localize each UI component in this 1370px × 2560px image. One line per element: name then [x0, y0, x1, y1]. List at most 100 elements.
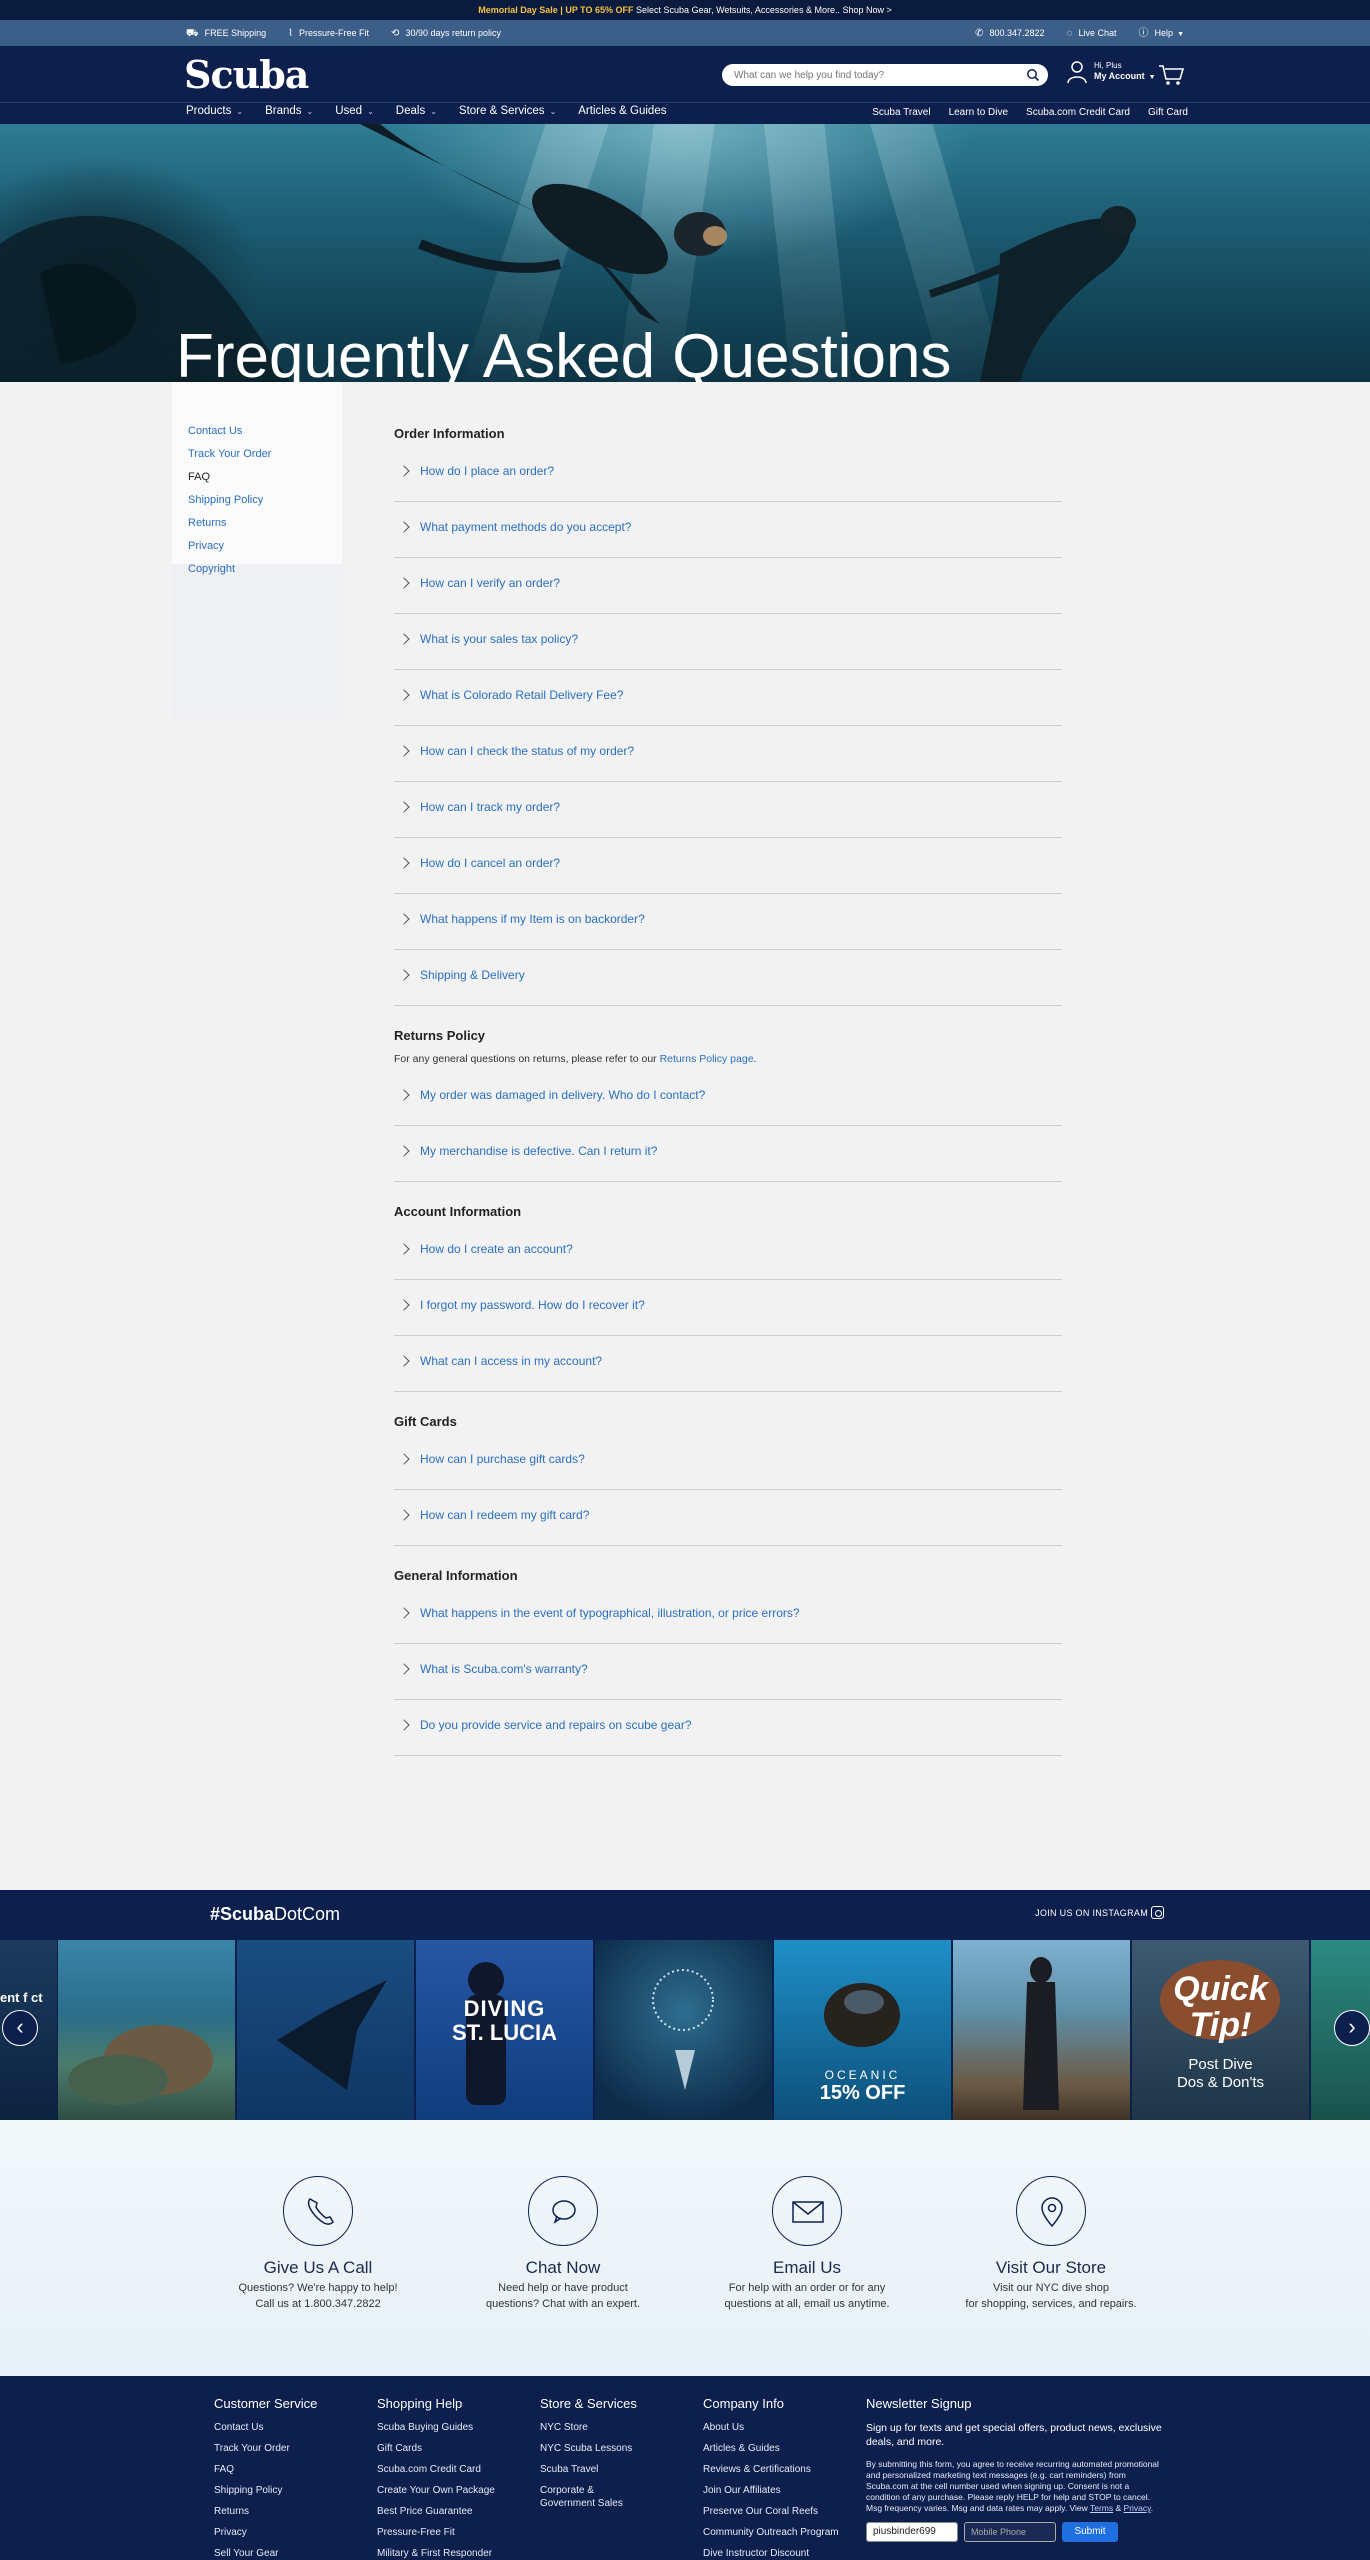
section-title-gift-cards: Gift Cards — [394, 1414, 457, 1429]
nav-gift-card[interactable]: Gift Card — [1148, 107, 1188, 118]
carousel-next-button[interactable]: › — [1334, 2010, 1370, 2046]
faq-item[interactable]: How can I verify an order? — [394, 558, 1062, 614]
faq-item[interactable]: What payment methods do you accept? — [394, 502, 1062, 558]
faq-item[interactable]: Shipping & Delivery — [394, 950, 1062, 1006]
faq-item[interactable]: How do I place an order? — [394, 446, 1062, 502]
faq-item[interactable]: I forgot my password. How do I recover i… — [394, 1280, 1062, 1336]
faq-item[interactable]: How can I redeem my gift card? — [394, 1490, 1062, 1546]
footer-link[interactable]: Pressure-Free Fit — [377, 2526, 495, 2547]
faq-item[interactable]: What happens in the event of typographic… — [394, 1588, 1062, 1644]
faq-item[interactable]: What can I access in my account? — [394, 1336, 1062, 1392]
footer-link[interactable]: Sell Your Gear — [214, 2547, 317, 2560]
contact-call[interactable]: Give Us A Call Questions? We're happy to… — [198, 2176, 438, 2312]
footer-link[interactable]: Contact Us — [214, 2421, 317, 2442]
help-menu[interactable]: ⓘ Help ▼ — [1139, 20, 1184, 48]
mobile-phone-field[interactable]: Mobile Phone — [964, 2522, 1056, 2542]
instagram-post[interactable]: Quick Tip! Post Dive Dos & Don'ts — [1132, 1940, 1309, 2120]
instagram-post[interactable] — [58, 1940, 235, 2120]
live-chat-link[interactable]: ◌ Live Chat — [1067, 20, 1117, 48]
faq-item[interactable]: What happens if my Item is on backorder? — [394, 894, 1062, 950]
nav-used[interactable]: Used ⌄ — [335, 105, 374, 117]
cart-icon[interactable] — [1158, 64, 1184, 86]
instagram-post[interactable] — [237, 1940, 414, 2120]
returns-policy-link[interactable]: Returns Policy page — [660, 1053, 754, 1065]
footer-link[interactable]: Government Sales — [540, 2497, 637, 2518]
footer-link[interactable]: Join Our Affiliates — [703, 2484, 839, 2505]
footer-link[interactable]: Scuba Buying Guides — [377, 2421, 495, 2442]
sidebar-item-track-order[interactable]: Track Your Order — [188, 447, 271, 470]
faq-item[interactable]: My merchandise is defective. Can I retur… — [394, 1126, 1062, 1182]
faq-item[interactable]: How can I purchase gift cards? — [394, 1434, 1062, 1490]
footer-link[interactable]: About Us — [703, 2421, 839, 2442]
contact-chat[interactable]: Chat Now Need help or have product quest… — [443, 2176, 683, 2312]
footer-link[interactable]: Track Your Order — [214, 2442, 317, 2463]
nav-deals[interactable]: Deals ⌄ — [396, 105, 437, 117]
footer-link[interactable]: Preserve Our Coral Reefs — [703, 2505, 839, 2526]
carousel-prev-button[interactable]: ‹ — [2, 2010, 38, 2046]
footer-link[interactable]: Dive Instructor Discount — [703, 2547, 839, 2560]
instagram-join-link[interactable]: JOIN US ON INSTAGRAM — [1035, 1908, 1148, 1918]
footer-link[interactable]: Scuba.com Credit Card — [377, 2463, 495, 2484]
email-field[interactable]: piusbinder699 — [866, 2522, 958, 2542]
account-greeting: Hi, Plus — [1094, 61, 1122, 70]
faq-item[interactable]: How can I check the status of my order? — [394, 726, 1062, 782]
scuba-logo[interactable]: Scuba — [184, 52, 309, 97]
instagram-post[interactable]: DIVING ST. LUCIA — [416, 1940, 593, 2120]
footer-link[interactable]: Returns — [214, 2505, 317, 2526]
faq-item[interactable]: How do I create an account? — [394, 1224, 1062, 1280]
footer-link[interactable]: Articles & Guides — [703, 2442, 839, 2463]
promo-text[interactable]: Select Scuba Gear, Wetsuits, Accessories… — [636, 5, 892, 15]
promo-banner[interactable]: Memorial Day Sale | UP TO 65% OFF Select… — [0, 0, 1370, 20]
sidebar-item-shipping-policy[interactable]: Shipping Policy — [188, 493, 271, 516]
footer-link[interactable]: FAQ — [214, 2463, 317, 2484]
sidebar-item-contact-us[interactable]: Contact Us — [188, 424, 271, 447]
privacy-link[interactable]: Privacy — [1124, 2503, 1151, 2513]
return-policy[interactable]: ⟲ 30/90 days return policy — [391, 20, 501, 47]
submit-button[interactable]: Submit — [1062, 2522, 1118, 2542]
faq-item[interactable]: What is Colorado Retail Delivery Fee? — [394, 670, 1062, 726]
contact-email[interactable]: Email Us For help with an order or for a… — [687, 2176, 927, 2312]
pressure-free-fit[interactable]: ⌇ Pressure-Free Fit — [288, 20, 369, 47]
faq-item[interactable]: How do I cancel an order? — [394, 838, 1062, 894]
footer-link[interactable]: Best Price Guarantee — [377, 2505, 495, 2526]
nav-products[interactable]: Products ⌄ — [186, 105, 243, 117]
sidebar-item-copyright[interactable]: Copyright — [188, 562, 271, 585]
search-icon[interactable] — [1026, 68, 1040, 82]
faq-item[interactable]: What is your sales tax policy? — [394, 614, 1062, 670]
nav-articles-guides[interactable]: Articles & Guides — [578, 105, 666, 117]
nav-credit-card[interactable]: Scuba.com Credit Card — [1026, 107, 1130, 118]
footer-link[interactable]: Shipping Policy — [214, 2484, 317, 2505]
terms-link[interactable]: Terms — [1090, 2503, 1113, 2513]
nav-learn-to-dive[interactable]: Learn to Dive — [949, 107, 1008, 118]
phone-link[interactable]: ✆ 800.347.2822 — [975, 20, 1044, 48]
footer-link[interactable]: Community Outreach Program — [703, 2526, 839, 2547]
faq-item[interactable]: My order was damaged in delivery. Who do… — [394, 1070, 1062, 1126]
sidebar-item-faq[interactable]: FAQ — [188, 470, 271, 493]
nav-store-services[interactable]: Store & Services ⌄ — [459, 105, 556, 117]
instagram-icon[interactable] — [1151, 1906, 1164, 1919]
free-shipping[interactable]: ⛟ FREE Shipping — [186, 20, 266, 47]
footer-link[interactable]: Scuba Travel — [540, 2463, 637, 2484]
contact-visit-store[interactable]: Visit Our Store Visit our NYC dive shop … — [931, 2176, 1171, 2312]
instagram-post[interactable]: OCEANIC 15% OFF — [774, 1940, 951, 2120]
nav-scuba-travel[interactable]: Scuba Travel — [872, 107, 930, 118]
footer-link[interactable]: Gift Cards — [377, 2442, 495, 2463]
faq-item[interactable]: What is Scuba.com's warranty? — [394, 1644, 1062, 1700]
instagram-hashtag[interactable]: #ScubaDotCom — [210, 1904, 340, 1925]
footer-link[interactable]: Reviews & Certifications — [703, 2463, 839, 2484]
account-menu[interactable]: Hi, Plus My Account ▼ — [1066, 60, 1156, 84]
instagram-post[interactable] — [595, 1940, 772, 2120]
footer-link[interactable]: NYC Store — [540, 2421, 637, 2442]
footer-link[interactable]: Create Your Own Package — [377, 2484, 495, 2505]
footer-link[interactable]: Privacy — [214, 2526, 317, 2547]
instagram-post[interactable] — [953, 1940, 1130, 2120]
sidebar-item-returns[interactable]: Returns — [188, 516, 271, 539]
search-input[interactable] — [722, 64, 1012, 86]
footer-link[interactable]: Corporate & — [540, 2484, 637, 2497]
faq-item[interactable]: How can I track my order? — [394, 782, 1062, 838]
faq-item[interactable]: Do you provide service and repairs on sc… — [394, 1700, 1062, 1756]
nav-brands[interactable]: Brands ⌄ — [265, 105, 313, 117]
footer-link[interactable]: Military & First Responder — [377, 2547, 495, 2560]
footer-link[interactable]: NYC Scuba Lessons — [540, 2442, 637, 2463]
sidebar-item-privacy[interactable]: Privacy — [188, 539, 271, 562]
